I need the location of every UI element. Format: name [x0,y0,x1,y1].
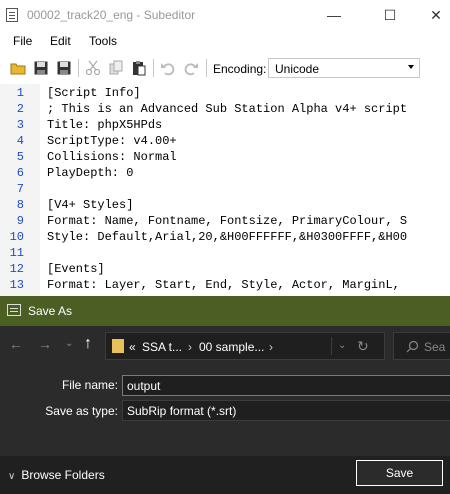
line-number: 6 [16,166,24,180]
address-divider [331,337,332,355]
toolbar-separator [78,59,79,77]
address-bar[interactable]: « SSA t... › 00 sample... › ⌄ ↻ [105,332,385,360]
code-line[interactable]: [Events] [47,262,105,276]
code-line[interactable]: Format: Layer, Start, End, Style, Actor,… [47,278,400,292]
maximize-button[interactable]: ☐ [367,0,413,30]
line-number: 8 [16,198,24,212]
savetype-label: Save as type: [45,404,118,418]
open-folder-icon[interactable] [10,60,26,76]
up-arrow-icon[interactable]: ↑ [84,335,92,353]
back-arrow-icon[interactable]: ← [9,336,23,352]
code-line[interactable]: Style: Default,Arial,20,&H00FFFFFF,&H030… [47,230,407,244]
line-number: 9 [16,214,24,228]
code-line[interactable]: ; This is an Advanced Sub Station Alpha … [47,102,407,116]
search-placeholder: Sea [424,340,446,354]
save-button[interactable]: Save [356,460,443,486]
dialog-title: Save As [28,304,73,318]
line-number: 10 [9,230,24,244]
search-input[interactable]: Sea [393,332,450,360]
window-title: 00002_track20_eng - Subeditor [27,8,196,22]
title-bar: 00002_track20_eng - Subeditor — ☐ ✕ [0,0,450,30]
breadcrumb-separator-icon[interactable]: › [269,340,273,354]
redo-icon[interactable] [183,60,199,76]
cut-icon[interactable] [85,60,101,76]
app-icon [6,8,18,22]
code-line[interactable]: [Script Info] [47,86,141,100]
breadcrumb-item[interactable]: SSA t... [142,340,182,354]
menu-file[interactable]: File [13,34,32,48]
text-editor[interactable]: 1 2 3 4 5 6 7 8 9 10 11 12 13 [Script Info]; This is … [0,84,450,296]
toolbar-separator [153,59,154,77]
refresh-icon[interactable]: ↻ [357,338,369,355]
code-line[interactable]: Collisions: Normal [47,150,177,164]
line-number: 5 [16,150,24,164]
paste-icon[interactable] [131,60,147,76]
search-icon [406,340,419,353]
code-line[interactable]: [V4+ Styles] [47,198,133,212]
breadcrumb-overflow[interactable]: « [129,340,136,354]
line-number: 1 [16,86,24,100]
close-button[interactable]: ✕ [413,0,450,30]
encoding-select[interactable]: Unicode [268,58,420,78]
encoding-value: Unicode [275,62,320,76]
filename-field[interactable] [122,375,450,396]
breadcrumb-separator-icon[interactable]: › [188,340,192,354]
menu-bar: File Edit Tools [0,30,450,54]
code-line[interactable]: ScriptType: v4.00+ [47,134,177,148]
line-number: 2 [16,102,24,116]
save-icon[interactable] [33,60,49,76]
minimize-button[interactable]: — [311,0,357,30]
recent-locations-chevron-icon[interactable]: ⌄ [65,338,73,349]
breadcrumb-item[interactable]: 00 sample... [199,340,264,354]
dialog-title-bar: Save As [0,296,450,326]
dialog-icon [7,304,21,316]
filename-label: File name: [61,378,118,392]
code-line[interactable]: PlayDepth: 0 [47,166,133,180]
line-number: 7 [16,182,24,196]
copy-icon[interactable] [108,60,124,76]
line-number: 11 [9,246,24,260]
line-number: 3 [16,118,24,132]
menu-tools[interactable]: Tools [89,34,117,48]
line-number: 13 [9,278,24,292]
toolbar-separator [206,59,207,77]
browse-folders-label: Browse Folders [21,468,105,482]
forward-arrow-icon[interactable]: → [38,336,52,352]
address-chevron-icon[interactable]: ⌄ [338,340,346,351]
code-line[interactable]: Format: Name, Fontname, Fontsize, Primar… [47,214,407,228]
savetype-select[interactable]: SubRip format (*.srt) [122,400,450,421]
line-number: 12 [9,262,24,276]
line-number: 4 [16,134,24,148]
folder-icon [112,339,124,353]
encoding-label: Encoding: [213,62,267,76]
savetype-value: SubRip format (*.srt) [127,404,237,418]
undo-icon[interactable] [160,60,176,76]
chevron-down-icon [408,65,414,69]
code-line[interactable]: Title: phpX5HPds [47,118,162,132]
save-as-icon[interactable] [56,60,72,76]
menu-edit[interactable]: Edit [50,34,71,48]
browse-folders-toggle[interactable]: ∨ Browse Folders [8,468,105,482]
chevron-down-icon: ∨ [8,471,16,482]
